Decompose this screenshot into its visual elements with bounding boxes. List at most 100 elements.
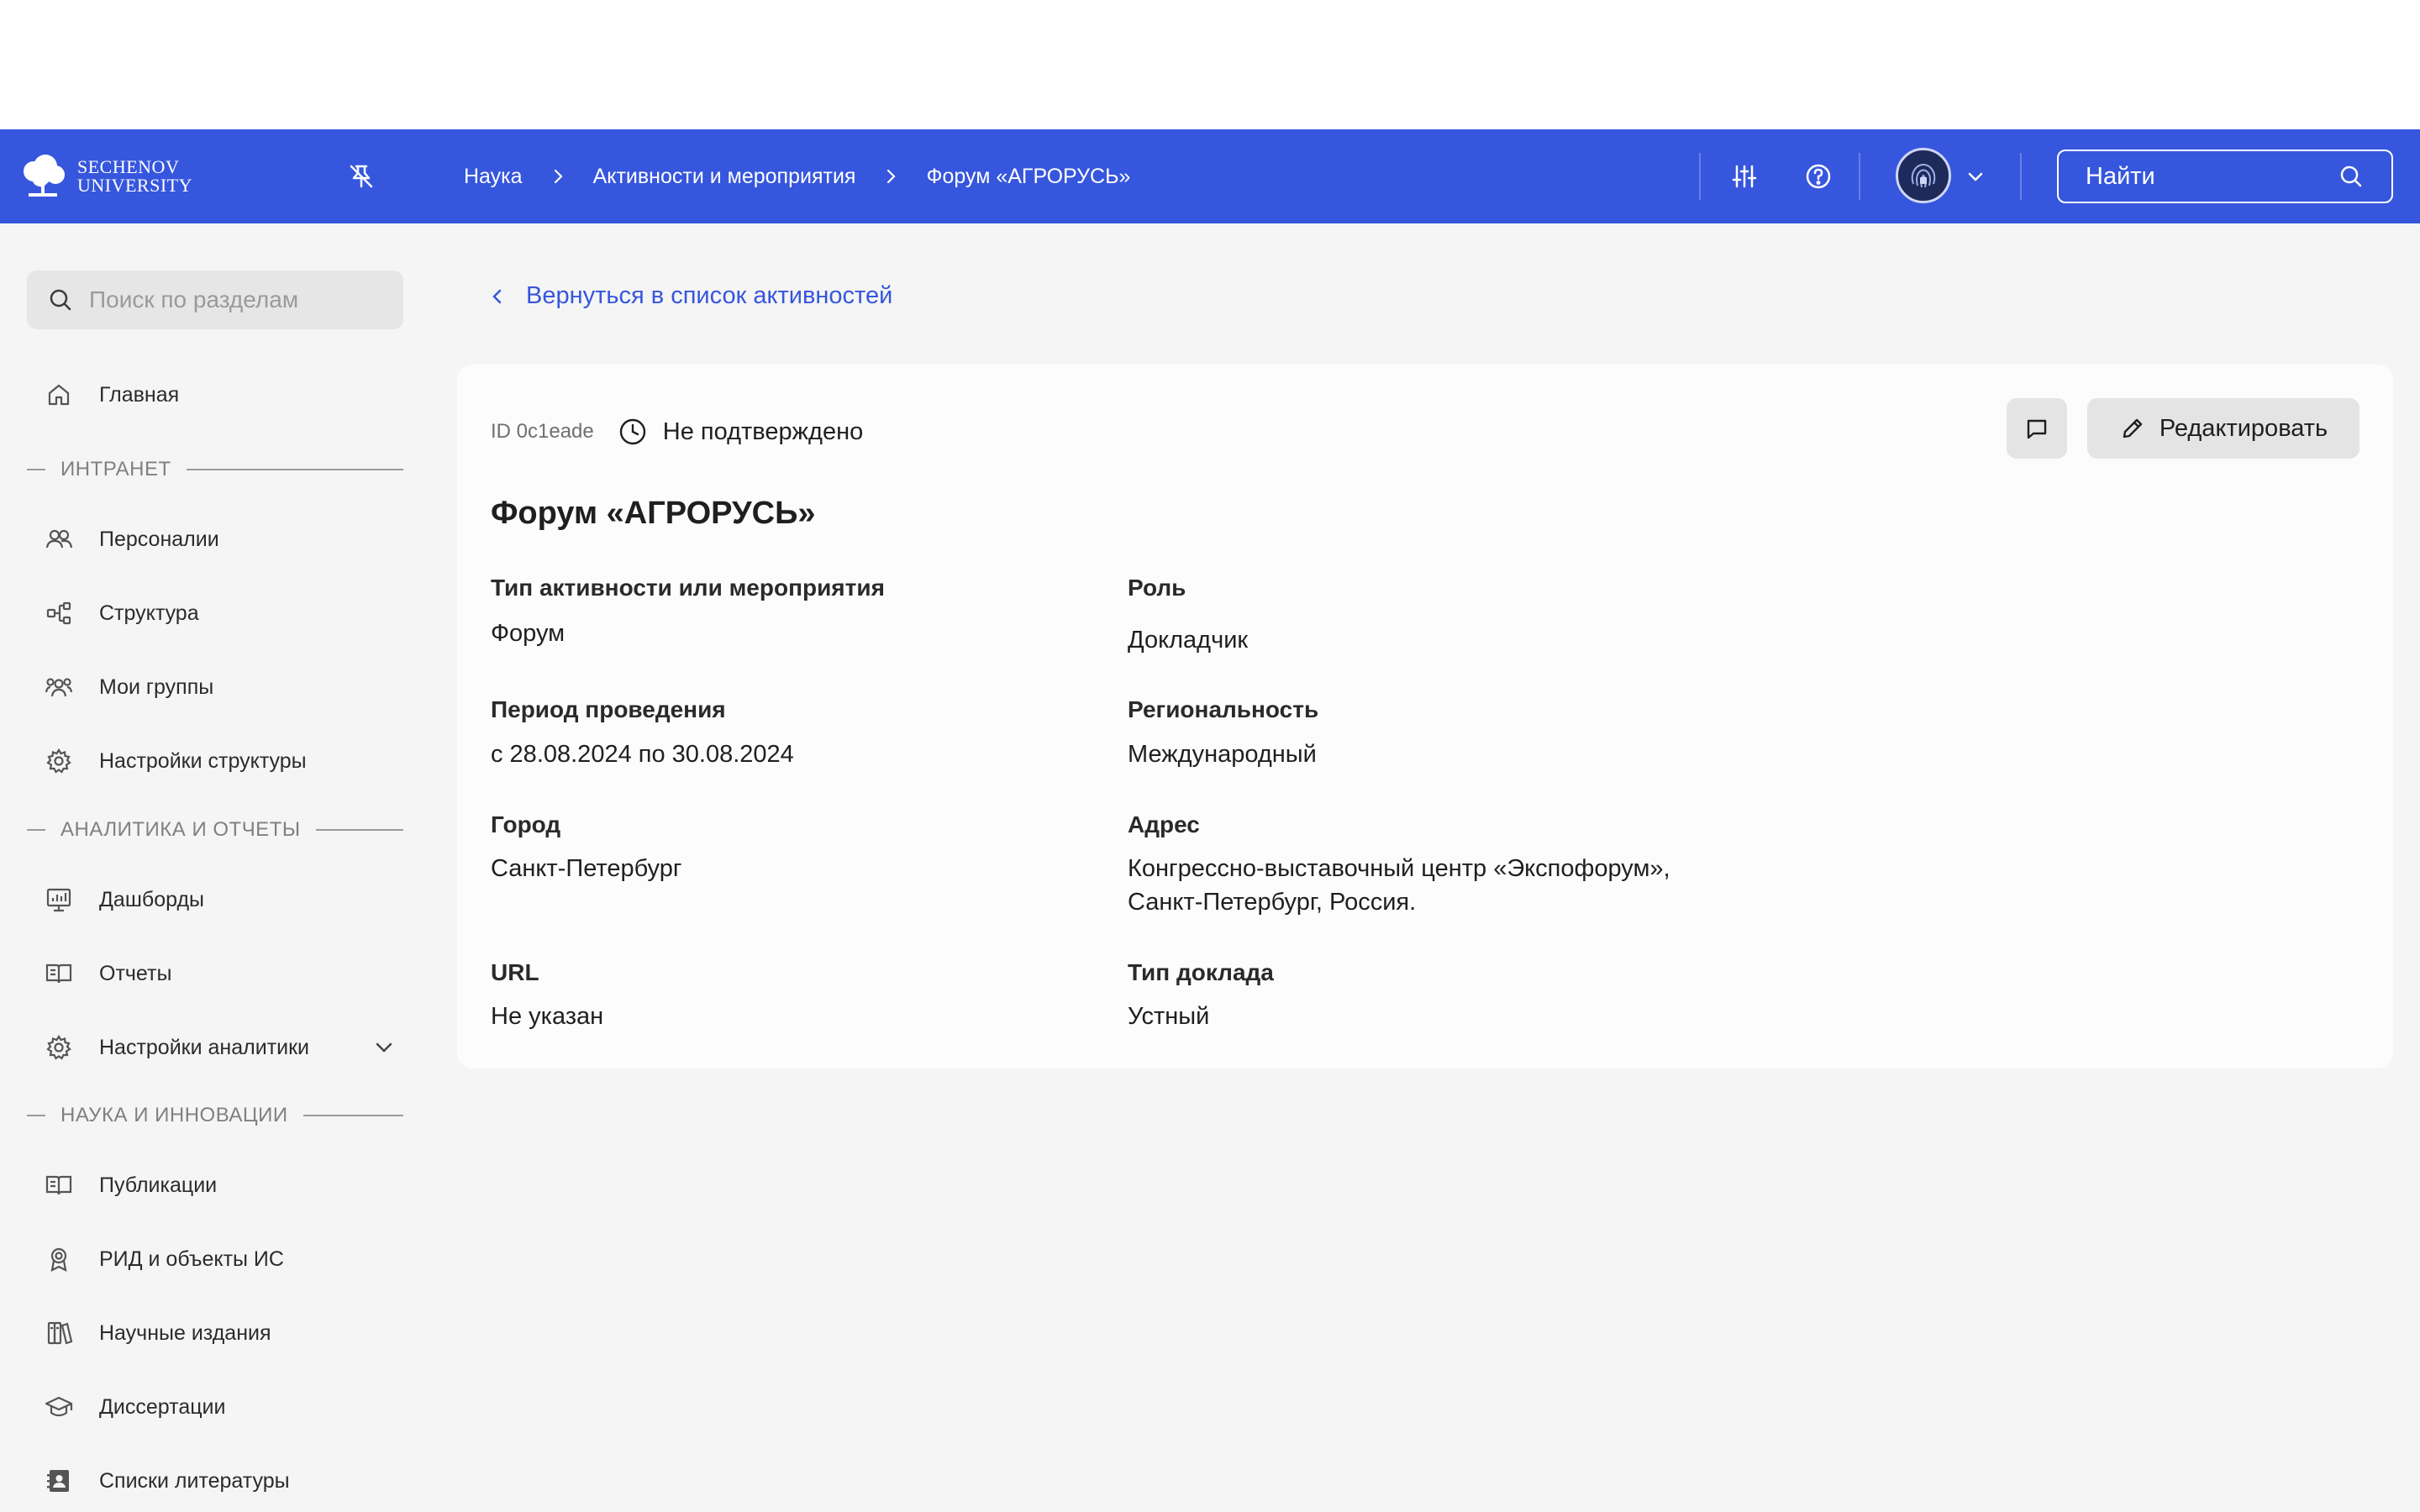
logo-line2: UNIVERSITY: [77, 175, 192, 196]
address-line1: Конгрессно-выставочный центр «Экспофорум…: [1128, 855, 1670, 882]
chevron-right-icon: [554, 169, 563, 184]
sidebar-item-my-groups[interactable]: Мои группы: [44, 662, 397, 712]
sidebar-item-label: РИД и объекты ИС: [99, 1247, 284, 1271]
search-icon[interactable]: [2338, 163, 2365, 190]
city-value: Санкт-Петербург: [491, 855, 682, 882]
top-navbar: SECHENOV UNIVERSITY Наука Активности и м…: [0, 129, 2420, 223]
period-value: с 28.08.2024 по 30.08.2024: [491, 741, 794, 768]
gear-icon: [46, 748, 71, 774]
sidebar-item-label: Списки литературы: [99, 1468, 290, 1493]
window-top-area: [0, 0, 2420, 129]
avatar[interactable]: [1896, 148, 1951, 203]
dashboard-icon: [46, 888, 71, 912]
chevron-down-icon[interactable]: [1963, 165, 1988, 190]
type-value: Форум: [491, 620, 566, 647]
sidebar-item-journals[interactable]: Научные издания: [44, 1308, 397, 1358]
sidebar-item-label: Диссертации: [99, 1394, 226, 1419]
help-icon[interactable]: [1802, 160, 1835, 193]
sidebar-item-structure[interactable]: Структура: [44, 588, 397, 638]
sidebar-item-label: Настройки аналитики: [99, 1035, 310, 1059]
group-icon: [45, 678, 73, 697]
section-header-analytics: АНАЛИТИКА И ОТЧЕТЫ: [27, 817, 403, 843]
sidebar: Поиск по разделам Главная ИНТРАНЕТ Персо…: [0, 223, 429, 1512]
breadcrumb-item-current: Форум «АГРОРУСЬ»: [926, 164, 1131, 188]
avatar-fingerprint-icon: [1911, 164, 1936, 188]
sidebar-item-label: Мои группы: [99, 675, 214, 699]
activity-card: ID 0c1eade Не подтверждено Редактировать…: [457, 365, 2393, 1068]
chevron-left-icon: [492, 289, 502, 303]
home-icon: [48, 384, 70, 406]
url-label: URL: [491, 959, 539, 985]
book-icon: [45, 1175, 72, 1195]
status-text: Не подтверждено: [662, 417, 864, 445]
address-label: Адрес: [1128, 811, 1200, 837]
clock-icon: [619, 418, 645, 445]
books-icon: [47, 1321, 73, 1345]
header-divider: [1699, 153, 1701, 200]
graduation-cap-icon: [45, 1396, 73, 1417]
sidebar-item-label: Научные издания: [99, 1320, 271, 1345]
url-value: Не указан: [491, 1003, 604, 1030]
sidebar-item-label: Главная: [99, 382, 180, 407]
search-icon: [50, 289, 71, 311]
sidebar-item-label: Структура: [99, 601, 199, 625]
sidebar-item-persons[interactable]: Персоналии: [44, 514, 397, 564]
sidebar-item-label: Персоналии: [99, 527, 219, 551]
status-badge: Не подтверждено: [618, 417, 863, 447]
logo-line1: SECHENOV: [77, 156, 180, 177]
users-icon: [45, 529, 73, 549]
section-header-science: НАУКА И ИННОВАЦИИ: [27, 1103, 403, 1128]
sidebar-search-input[interactable]: Поиск по разделам: [27, 270, 403, 329]
sidebar-item-bibliography[interactable]: Списки литературы: [44, 1456, 397, 1506]
breadcrumb: Наука Активности и мероприятия Форум «АГ…: [464, 129, 1130, 223]
regional-value: Международный: [1128, 741, 1317, 768]
header-divider: [2020, 153, 2022, 200]
sidebar-item-dashboards[interactable]: Дашборды: [44, 874, 397, 925]
role-value: Докладчик: [1128, 627, 1249, 654]
activity-title: Форум «АГРОРУСЬ»: [491, 496, 816, 531]
report-type-value: Устный: [1128, 1003, 1210, 1030]
logo-tree-icon: [24, 155, 65, 197]
card-meta-row: ID 0c1eade Не подтверждено: [491, 413, 863, 450]
breadcrumb-item-activities[interactable]: Активности и мероприятия: [593, 165, 856, 189]
structure-icon: [46, 601, 71, 625]
book-icon: [45, 963, 72, 984]
sidebar-item-label: Отчеты: [99, 961, 172, 985]
type-label: Тип активности или мероприятия: [491, 575, 885, 601]
message-icon: [2027, 419, 2047, 439]
back-to-list-link[interactable]: Вернуться в список активностей: [487, 282, 892, 310]
sidebar-item-label: Публикации: [99, 1173, 218, 1197]
sidebar-item-reports[interactable]: Отчеты: [44, 948, 397, 999]
activity-id: ID 0c1eade: [491, 420, 594, 443]
sidebar-item-home[interactable]: Главная: [44, 370, 397, 420]
global-search-placeholder: Найти: [2086, 162, 2155, 190]
sidebar-item-label: Настройки структуры: [99, 748, 307, 773]
comment-button[interactable]: [2007, 398, 2067, 459]
section-header-intranet: ИНТРАНЕТ: [27, 457, 403, 482]
sidebar-item-publications[interactable]: Публикации: [44, 1160, 397, 1210]
regional-label: Региональность: [1128, 696, 1319, 722]
sidebar-item-label: Дашборды: [99, 887, 204, 911]
sliders-icon[interactable]: [1728, 160, 1761, 193]
contact-book-icon: [47, 1470, 69, 1492]
breadcrumb-item-science[interactable]: Наука: [464, 165, 523, 189]
edit-button[interactable]: Редактировать: [2087, 398, 2360, 459]
university-logo[interactable]: SECHENOV UNIVERSITY: [17, 153, 192, 200]
sidebar-item-structure-settings[interactable]: Настройки структуры: [44, 736, 397, 786]
header-divider: [1859, 153, 1860, 200]
period-label: Период проведения: [491, 696, 726, 722]
sidebar-item-analytics-settings[interactable]: Настройки аналитики: [44, 1022, 397, 1073]
back-link-label: Вернуться в список активностей: [526, 282, 893, 309]
sidebar-search-placeholder: Поиск по разделам: [89, 286, 299, 312]
sidebar-item-rid[interactable]: РИД и объекты ИС: [44, 1234, 397, 1284]
pencil-icon: [2123, 418, 2143, 438]
pin-off-icon[interactable]: [345, 160, 378, 193]
sidebar-item-dissertations[interactable]: Диссертации: [44, 1382, 397, 1432]
city-label: Город: [491, 811, 561, 837]
gear-icon: [46, 1034, 71, 1060]
chevron-down-icon[interactable]: [371, 1035, 397, 1060]
chevron-right-icon: [887, 169, 897, 184]
global-search-input[interactable]: Найти: [2057, 150, 2393, 203]
report-type-label: Тип доклада: [1128, 959, 1274, 985]
award-icon: [50, 1247, 67, 1272]
